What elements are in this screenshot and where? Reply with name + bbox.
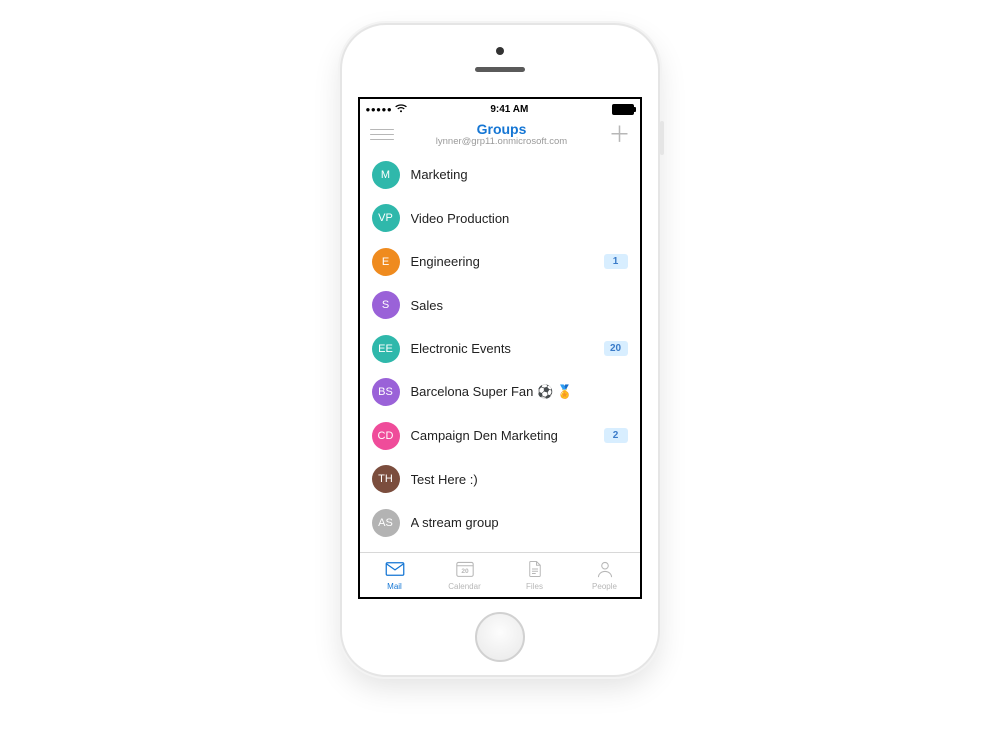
mail-icon: [385, 560, 405, 580]
group-row[interactable]: BS Barcelona Super Fan ⚽ 🏅: [360, 371, 640, 415]
people-icon: [595, 560, 615, 580]
group-name: Test Here :): [411, 472, 628, 487]
unread-badge: 2: [604, 428, 628, 443]
earpiece-speaker: [475, 67, 525, 72]
group-name: Engineering: [411, 254, 593, 269]
tab-files[interactable]: Files: [500, 553, 570, 597]
status-bar-left: ●●●●●: [366, 104, 408, 116]
group-row[interactable]: E Engineering 1: [360, 240, 640, 284]
group-row[interactable]: S Sales: [360, 284, 640, 328]
tab-bar: Mail 20 Calendar: [360, 552, 640, 597]
header-title-block: Groups lynner@grp11.onmicrosoft.com: [396, 121, 608, 148]
front-camera: [496, 47, 504, 55]
group-row[interactable]: TH Test Here :): [360, 458, 640, 502]
group-row[interactable]: M Marketing: [360, 153, 640, 197]
group-name: Barcelona Super Fan ⚽ 🏅: [411, 384, 628, 400]
group-name: Marketing: [411, 167, 628, 182]
account-email: lynner@grp11.onmicrosoft.com: [396, 137, 608, 148]
nav-header: Groups lynner@grp11.onmicrosoft.com ＋: [360, 118, 640, 153]
tab-label: People: [592, 582, 617, 591]
unread-badge: 20: [604, 341, 628, 356]
tab-people[interactable]: People: [570, 553, 640, 597]
page-title: Groups: [396, 121, 608, 137]
calendar-icon: 20: [455, 560, 475, 580]
group-name: Campaign Den Marketing: [411, 428, 593, 443]
tab-label: Calendar: [448, 582, 480, 591]
group-row[interactable]: CD Campaign Den Marketing 2: [360, 414, 640, 458]
group-name: A stream group: [411, 515, 628, 530]
group-avatar: AS: [372, 509, 400, 537]
add-group-button[interactable]: ＋: [608, 126, 632, 144]
groups-list[interactable]: M Marketing VP Video Production E Engineering…: [360, 153, 640, 552]
group-row[interactable]: CDCampaign Den Design: [360, 545, 640, 552]
tab-label: Mail: [387, 582, 402, 591]
status-bar-time: 9:41 AM: [490, 104, 528, 115]
status-bar-right: [612, 104, 634, 115]
tab-label: Files: [526, 582, 543, 591]
group-avatar: VP: [372, 204, 400, 232]
group-name: Sales: [411, 298, 628, 313]
calendar-day: 20: [461, 568, 469, 575]
group-name: Electronic Events: [411, 341, 593, 356]
group-avatar: TH: [372, 465, 400, 493]
home-button[interactable]: [475, 612, 525, 662]
group-row[interactable]: AS A stream group: [360, 501, 640, 545]
group-row[interactable]: EE Electronic Events 20: [360, 327, 640, 371]
group-avatar: EE: [372, 335, 400, 363]
group-avatar: CD: [372, 422, 400, 450]
files-icon: [525, 560, 545, 580]
hamburger-menu-icon[interactable]: [368, 125, 396, 144]
status-bar: ●●●●● 9:41 AM: [360, 99, 640, 118]
group-avatar: E: [372, 248, 400, 276]
app-screen: ●●●●● 9:41 AM Groups lynner@grp11.onmicr…: [358, 97, 642, 599]
signal-dots-icon: ●●●●●: [366, 105, 393, 114]
phone-device-frame: ●●●●● 9:41 AM Groups lynner@grp11.onmicr…: [342, 25, 658, 675]
wifi-icon: [395, 104, 407, 116]
tab-mail[interactable]: Mail: [360, 553, 430, 597]
group-avatar: BS: [372, 378, 400, 406]
tab-calendar[interactable]: 20 Calendar: [430, 553, 500, 597]
group-name: Video Production: [411, 211, 628, 226]
unread-badge: 1: [604, 254, 628, 269]
group-row[interactable]: VP Video Production: [360, 197, 640, 241]
group-avatar: M: [372, 161, 400, 189]
group-avatar: S: [372, 291, 400, 319]
battery-icon: [612, 104, 634, 115]
